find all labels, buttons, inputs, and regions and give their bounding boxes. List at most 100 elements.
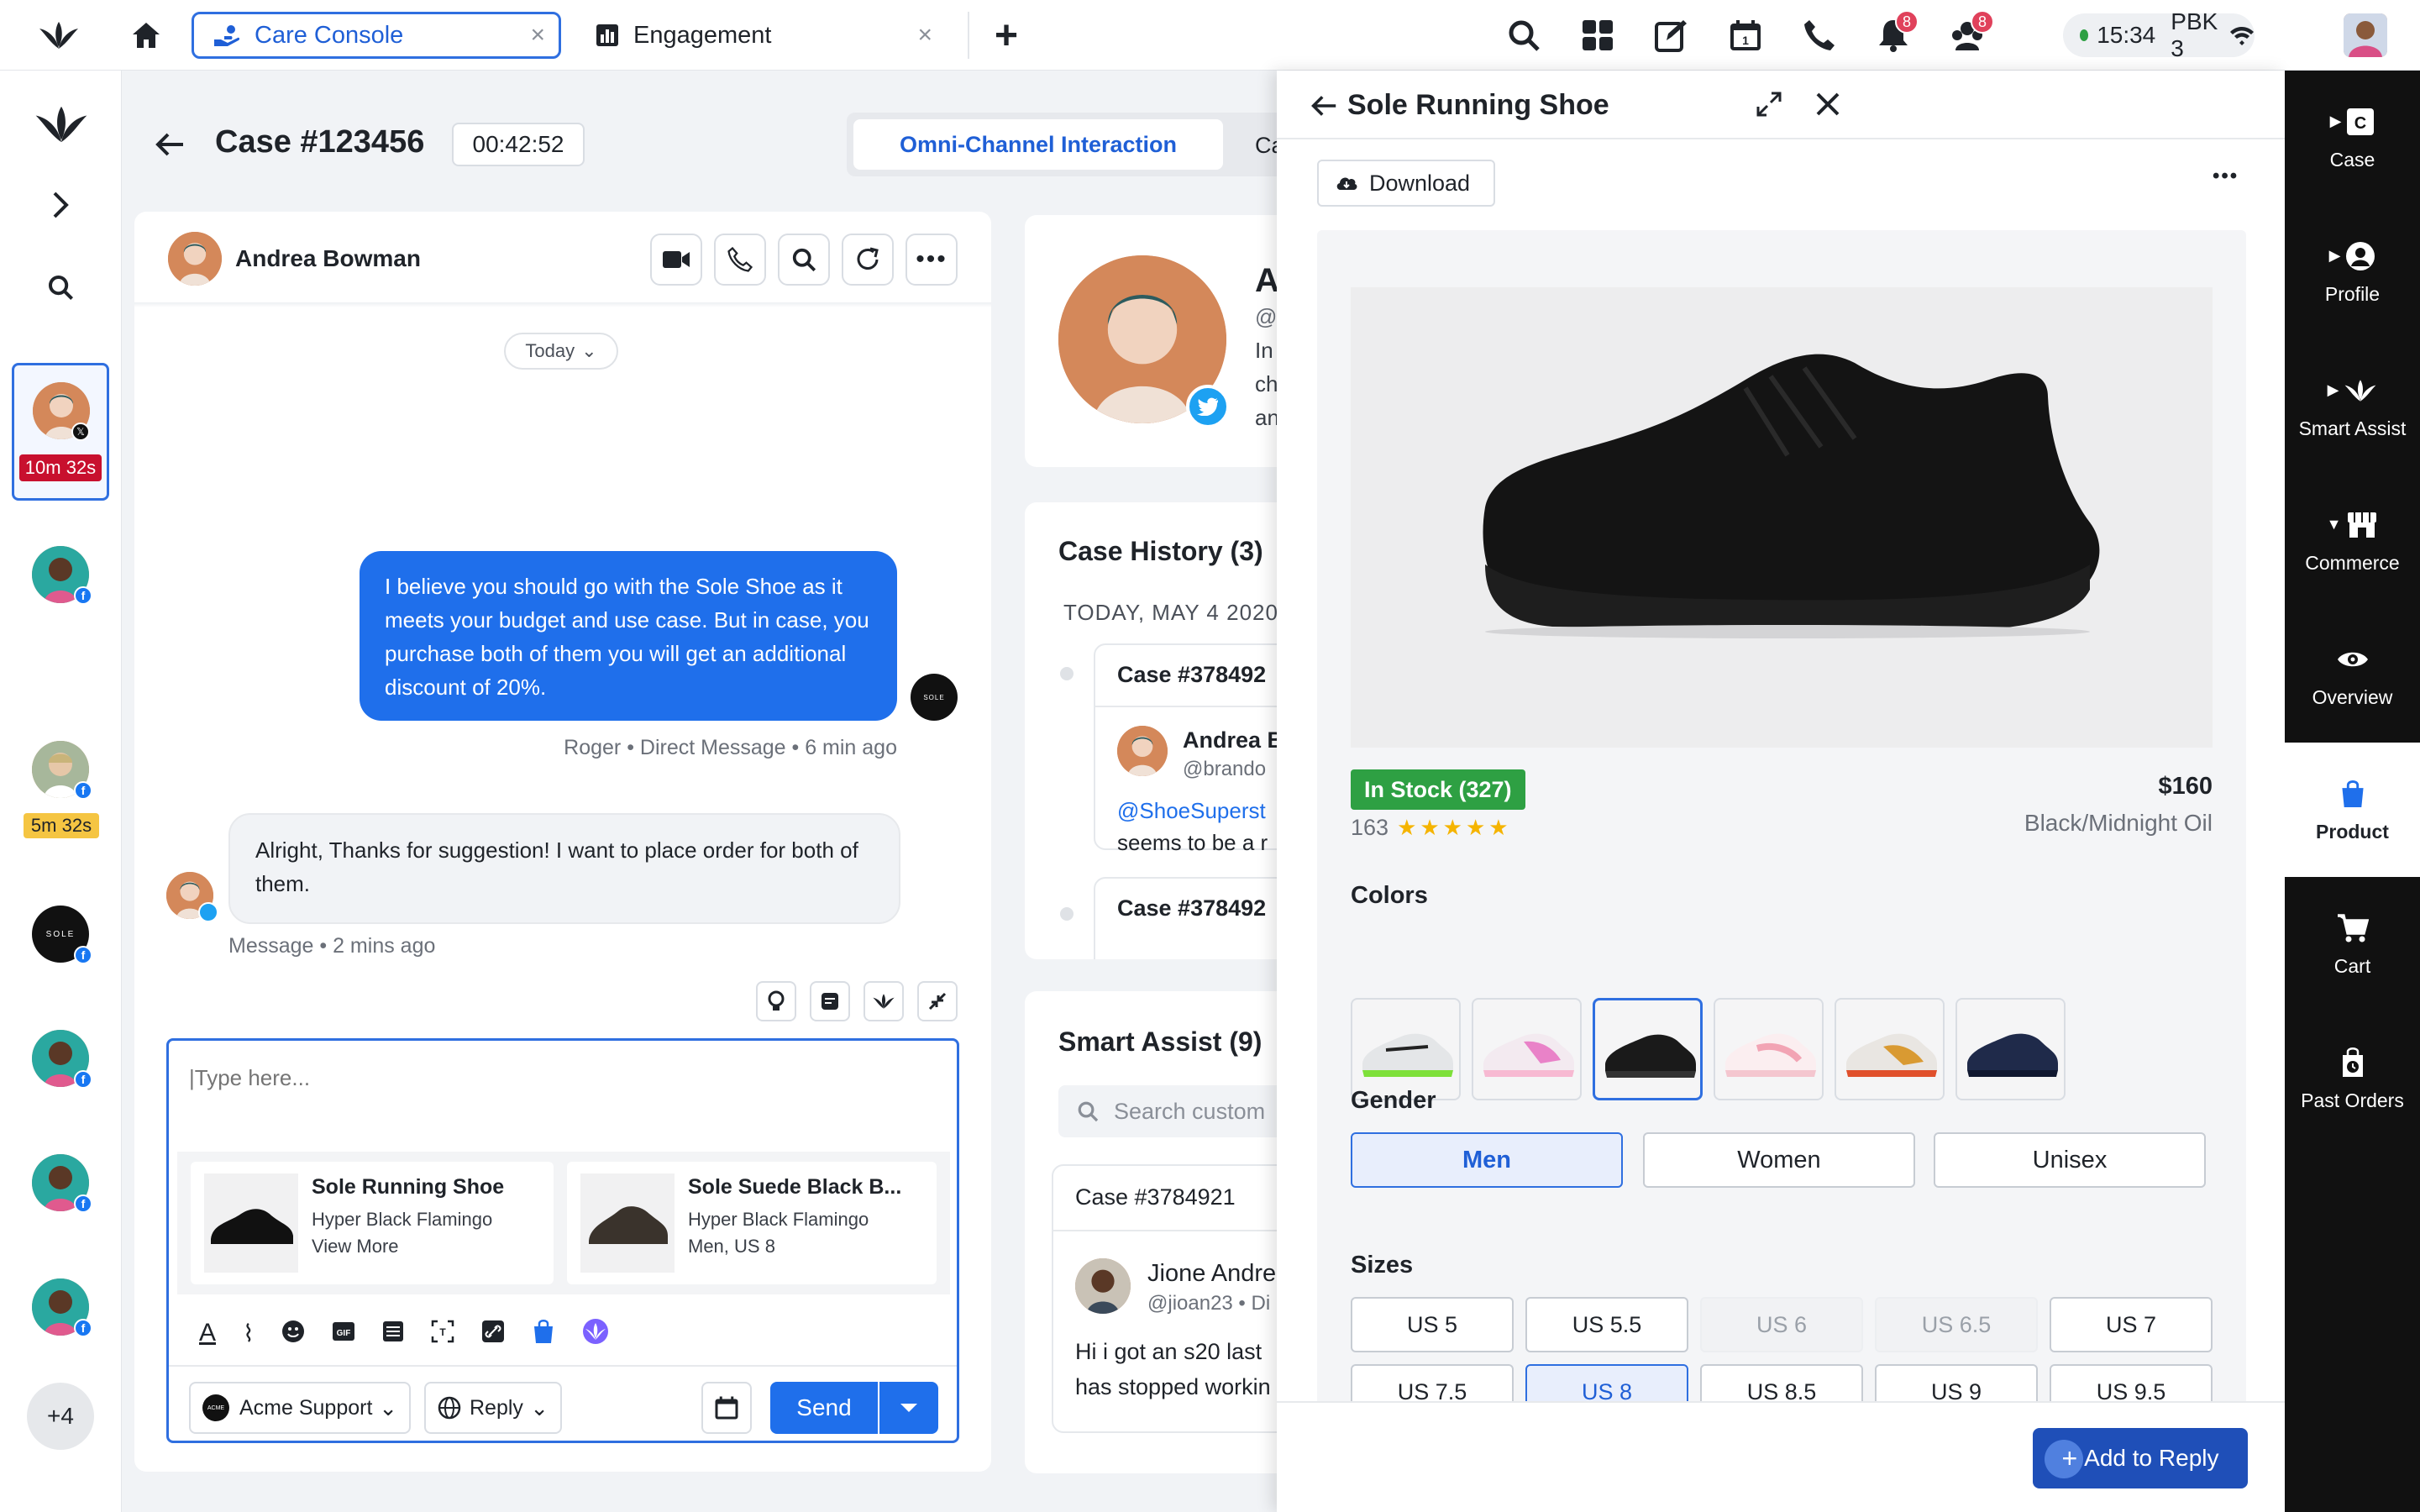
reply-mode-selector[interactable]: Reply ⌄ (424, 1382, 562, 1434)
history-mention[interactable]: @ShoeSuperst (1117, 798, 1266, 824)
text-format-icon[interactable]: A (199, 1319, 216, 1347)
text-extract-icon[interactable]: T (431, 1320, 454, 1347)
rail-item-case[interactable]: ▶ C Case (2285, 71, 2420, 205)
attachment-card[interactable]: Sole Suede Black B... Hyper Black Flamin… (567, 1162, 937, 1284)
search-conversation-button[interactable] (778, 234, 830, 286)
more-conversations-button[interactable]: +4 (27, 1383, 94, 1450)
gif-icon[interactable]: GIF (332, 1320, 355, 1347)
color-swatch-white-pink[interactable] (1472, 998, 1582, 1100)
reply-input[interactable] (189, 1059, 928, 1096)
gender-option-men[interactable]: Men (1351, 1132, 1623, 1188)
gender-option-unisex[interactable]: Unisex (1934, 1132, 2206, 1188)
product-image[interactable] (1351, 287, 2213, 748)
rail-item-product[interactable]: Product (2285, 743, 2420, 877)
tab-engagement[interactable]: Engagement × (576, 12, 946, 59)
size-option-selected[interactable]: US 8 (1525, 1364, 1688, 1404)
back-arrow-icon[interactable] (1307, 89, 1341, 123)
size-option[interactable]: US 7.5 (1351, 1364, 1514, 1404)
smart-assist-icon: ▶ (2328, 374, 2378, 407)
send-options-dropdown[interactable] (879, 1382, 938, 1434)
phone-icon[interactable] (1799, 15, 1840, 55)
search-icon[interactable] (1504, 15, 1544, 55)
emoji-icon[interactable] (281, 1320, 305, 1347)
search-icon[interactable] (42, 269, 79, 306)
smart-assist-icon[interactable] (864, 981, 904, 1021)
composer-toolbar: A ⌇ GIF T (199, 1315, 636, 1352)
more-options-button[interactable]: ••• (906, 234, 958, 286)
agent-status[interactable]: 15:34 PBK 3 (2063, 8, 2255, 61)
size-option[interactable]: US 9 (1875, 1364, 2038, 1404)
color-swatch-black[interactable] (1593, 998, 1703, 1100)
timeline-dot (1060, 667, 1074, 680)
account-selector[interactable]: ACME Acme Support ⌄ (189, 1382, 411, 1434)
color-swatch-pink-white[interactable] (1714, 998, 1824, 1100)
close-icon[interactable] (1809, 86, 1846, 123)
rail-item-cart[interactable]: Cart (2285, 877, 2420, 1011)
facebook-icon: f (74, 586, 92, 605)
rail-item-smart-assist[interactable]: ▶ Smart Assist (2285, 339, 2420, 474)
rail-label: Past Orders (2301, 1089, 2404, 1111)
collapse-icon[interactable] (917, 981, 958, 1021)
active-conversation-item[interactable]: 𝕏 10m 32s (12, 363, 109, 501)
tab-omni-channel[interactable]: Omni-Channel Interaction (853, 119, 1223, 170)
history-case-card[interactable]: Case #378492 Andrea B @brando @ShoeSuper… (1094, 643, 1294, 855)
download-button[interactable]: Download (1317, 160, 1495, 207)
brand-logo-icon[interactable] (30, 99, 92, 150)
expand-chevron-right-icon[interactable] (42, 186, 79, 223)
rail-item-overview[interactable]: Overview (2285, 608, 2420, 743)
sprinklr-logo-icon[interactable] (34, 15, 84, 55)
link-icon[interactable] (481, 1320, 505, 1347)
attachment-view-more[interactable]: View More (312, 1236, 399, 1257)
calendar-icon[interactable]: 1 (1725, 15, 1766, 55)
size-option[interactable]: US 9.5 (2050, 1364, 2213, 1404)
assist-case-id: Case #3784921 (1075, 1184, 1236, 1210)
tab-care-console[interactable]: Care Console × (192, 12, 561, 59)
composer-divider (169, 1365, 957, 1367)
new-tab-plus-icon[interactable]: + (984, 13, 1028, 58)
more-options-icon[interactable]: ••• (2213, 165, 2239, 188)
user-avatar[interactable] (2344, 13, 2387, 57)
close-icon[interactable]: × (530, 21, 545, 50)
paperclip-icon[interactable]: ⌇ (243, 1320, 255, 1347)
grid-icon[interactable] (1577, 15, 1618, 55)
team-icon[interactable]: 8 (1947, 10, 1994, 55)
phone-call-button[interactable] (714, 234, 766, 286)
schedule-calendar-button[interactable] (701, 1382, 752, 1434)
color-swatch-white-orange[interactable] (1835, 998, 1945, 1100)
rail-label: Overview (2312, 685, 2393, 708)
rail-item-profile[interactable]: ▶ Profile (2285, 205, 2420, 339)
size-option[interactable]: US 7 (2050, 1297, 2213, 1352)
smart-assist-case-card[interactable]: Case #3784921 Jione Andre @jioan23 • Di … (1052, 1164, 1294, 1433)
rail-label: Smart Assist (2298, 417, 2407, 439)
send-button[interactable]: Send (770, 1382, 878, 1434)
product-bag-icon[interactable] (532, 1319, 555, 1348)
rail-item-past-orders[interactable]: Past Orders (2285, 1011, 2420, 1146)
compose-icon[interactable] (1651, 15, 1692, 55)
close-icon[interactable]: × (917, 21, 932, 50)
color-swatch-white-volt[interactable] (1351, 998, 1461, 1100)
video-call-button[interactable] (650, 234, 702, 286)
history-case-card[interactable]: Case #378492 (1094, 877, 1294, 959)
smart-assist-search[interactable]: Search custom (1058, 1085, 1294, 1137)
bell-icon[interactable]: 8 (1873, 10, 1919, 55)
rail-item-commerce[interactable]: ▼ Commerce (2285, 474, 2420, 608)
back-arrow-icon[interactable] (148, 124, 192, 165)
bulb-icon[interactable] (756, 981, 796, 1021)
size-option[interactable]: US 8.5 (1700, 1364, 1863, 1404)
ai-assist-icon[interactable] (582, 1318, 609, 1349)
template-icon[interactable] (382, 1320, 404, 1347)
gender-option-women[interactable]: Women (1643, 1132, 1915, 1188)
color-swatch-navy[interactable] (1955, 998, 2066, 1100)
note-icon[interactable] (810, 981, 850, 1021)
outgoing-message-meta: Roger • Direct Message • 6 min ago (564, 736, 897, 759)
date-chip[interactable]: Today ⌄ (504, 333, 618, 370)
size-option[interactable]: US 5 (1351, 1297, 1514, 1352)
top-bar: Care Console × Engagement × + 1 8 8 15:3… (0, 0, 2420, 71)
refresh-button[interactable] (842, 234, 894, 286)
add-to-reply-button[interactable]: + Add to Reply (2033, 1428, 2248, 1488)
expand-icon[interactable] (1752, 87, 1786, 121)
attachment-card[interactable]: Sole Running Shoe Hyper Black Flamingo V… (191, 1162, 554, 1284)
home-icon[interactable] (126, 17, 166, 54)
product-rating: 163 ★★★★★ (1351, 815, 1512, 841)
size-option[interactable]: US 5.5 (1525, 1297, 1688, 1352)
